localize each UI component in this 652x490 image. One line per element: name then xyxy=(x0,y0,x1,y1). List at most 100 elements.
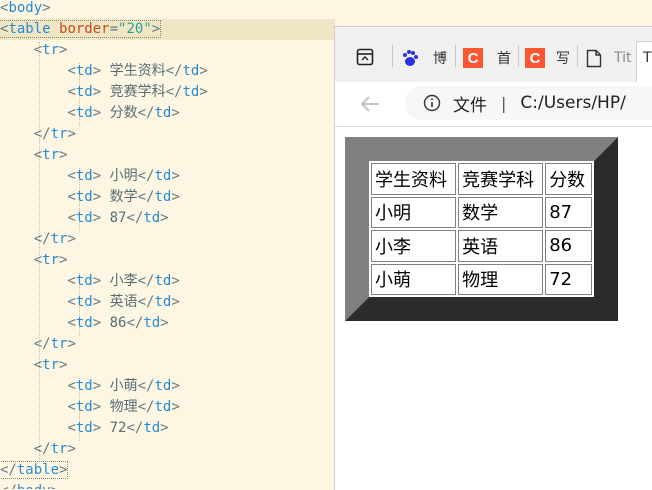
code-line[interactable]: <tr> xyxy=(0,145,68,166)
code-token: td xyxy=(75,105,93,121)
code-line[interactable]: </tr> xyxy=(0,439,76,460)
code-line[interactable]: <td> 物理</td> xyxy=(0,397,180,418)
code-content: <td> 数学</td> xyxy=(67,189,179,205)
code-token: td xyxy=(75,168,93,184)
table-cell: 小李 xyxy=(371,230,457,262)
code-line[interactable]: <body> xyxy=(0,0,51,19)
code-token: table xyxy=(8,21,51,37)
code-content: <tr> xyxy=(34,252,68,268)
code-token: td xyxy=(75,399,93,415)
code-token: < xyxy=(33,252,43,268)
info-icon xyxy=(423,94,441,112)
tab-csdn-home[interactable]: C 首 xyxy=(463,43,511,73)
code-line[interactable]: <td> 竞赛学科</td> xyxy=(0,82,207,103)
table-row: 小明 数学 87 xyxy=(371,196,592,228)
tab-baidu[interactable]: 博 xyxy=(399,43,447,73)
code-token: > xyxy=(67,441,76,457)
code-token: 小明 xyxy=(109,168,138,184)
code-content: <td> 英语</td> xyxy=(67,294,179,310)
code-token: 英语 xyxy=(109,294,138,310)
code-line[interactable]: <td> 小明</td> xyxy=(0,166,179,187)
code-token: </ xyxy=(137,378,155,394)
toolbar-divider xyxy=(335,126,652,127)
code-token: </ xyxy=(165,84,183,100)
tab-active[interactable]: T xyxy=(636,41,652,83)
table-row: 小李 英语 86 xyxy=(371,230,592,262)
code-line[interactable]: <tr> xyxy=(0,40,68,61)
code-content: <td> 小李</td> xyxy=(67,273,179,289)
code-line[interactable]: <td> 数学</td> xyxy=(0,187,179,208)
address-url: C:/Users/HP/ xyxy=(520,93,626,113)
code-line[interactable]: <td> 小李</td> xyxy=(0,271,179,292)
table-cell: 72 xyxy=(545,263,592,295)
code-line[interactable]: <td> 小萌</td> xyxy=(0,376,179,397)
code-line[interactable]: <td> 学生资料</td> xyxy=(0,61,207,82)
code-token: > xyxy=(92,273,110,289)
code-token: table xyxy=(16,462,60,478)
code-token: < xyxy=(67,273,76,289)
address-input[interactable]: 文件 | C:/Users/HP/ xyxy=(405,86,652,120)
address-separator: | xyxy=(501,93,507,113)
code-content: </tr> xyxy=(34,231,76,247)
code-content: <td> 小萌</td> xyxy=(67,378,179,394)
code-line[interactable]: </tr> xyxy=(0,124,76,145)
tab-actions-icon[interactable] xyxy=(355,47,375,67)
code-editor[interactable]: <body> <table border="20"> <tr> <td> 学生资料… xyxy=(0,0,335,489)
tab-title: 写 xyxy=(556,51,570,67)
code-token: = xyxy=(109,21,119,37)
code-line[interactable]: </body> xyxy=(0,481,59,489)
code-token: tr xyxy=(50,336,68,352)
code-line[interactable]: </table> xyxy=(0,460,69,481)
code-token: td xyxy=(75,315,93,331)
code-line[interactable]: <td> 86</td> xyxy=(0,313,168,334)
code-line[interactable]: <tr> xyxy=(0,355,68,376)
code-line[interactable]: <tr> xyxy=(0,250,68,271)
code-line[interactable]: <td> 87</td> xyxy=(0,208,168,229)
code-line[interactable]: <td> 72</td> xyxy=(0,418,168,439)
tab-local-file[interactable]: Tit xyxy=(585,43,632,73)
code-token: 小李 xyxy=(109,273,138,289)
code-token: > xyxy=(160,210,169,226)
code-token: > xyxy=(171,399,180,415)
back-arrow-icon[interactable] xyxy=(355,90,385,118)
code-line[interactable]: <td> 分数</td> xyxy=(0,103,179,124)
code-token: td xyxy=(182,63,200,79)
code-token: td xyxy=(143,315,161,331)
code-token: </ xyxy=(126,210,144,226)
code-line-current[interactable]: <table border="20"> xyxy=(0,19,335,40)
code-token: < xyxy=(67,63,76,79)
code-line[interactable]: </tr> xyxy=(0,229,76,250)
code-token: td xyxy=(75,420,93,436)
code-content: <td> 87</td> xyxy=(67,210,168,226)
table-cell: 86 xyxy=(545,230,592,262)
code-token: < xyxy=(67,420,76,436)
code-token: > xyxy=(171,378,180,394)
code-content: <td> 竞赛学科</td> xyxy=(67,84,207,100)
data-table: 学生资料 竞赛学科 分数 小明 数学 87 小李 英语 86 小萌 物理 72 xyxy=(369,161,594,297)
code-token: "20" xyxy=(118,21,152,37)
code-token: > xyxy=(92,84,110,100)
code-line[interactable]: <td> 英语</td> xyxy=(0,292,179,313)
code-token: > xyxy=(59,357,68,373)
code-line[interactable]: </tr> xyxy=(0,334,76,355)
code-token: < xyxy=(67,168,76,184)
tab-csdn-write[interactable]: C 写 xyxy=(525,43,570,73)
code-content: <tr> xyxy=(34,42,68,58)
code-token: > xyxy=(92,189,110,205)
code-token: < xyxy=(67,189,76,205)
code-token: > xyxy=(67,336,76,352)
code-token: tr xyxy=(50,231,68,247)
code-content: <tr> xyxy=(34,147,68,163)
code-token: > xyxy=(42,0,51,16)
code-token: > xyxy=(92,399,110,415)
code-token: > xyxy=(151,21,161,37)
